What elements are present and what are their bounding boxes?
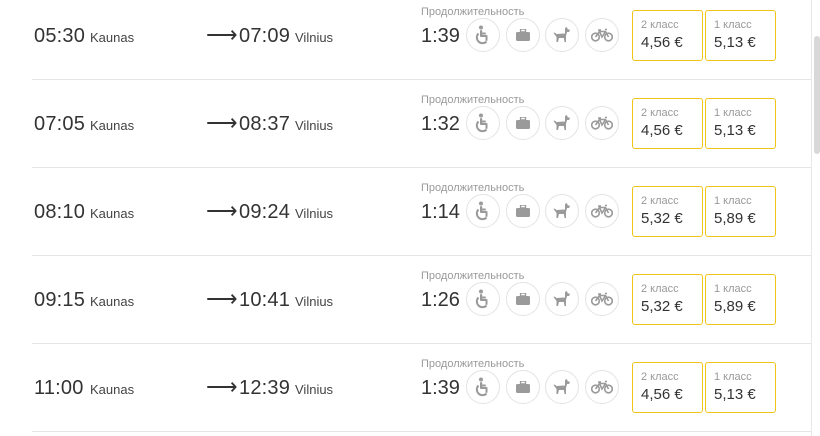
scrollbar-thumb[interactable] — [814, 36, 820, 154]
fare-class-label: 2 класс — [641, 19, 679, 31]
departure-city: Kaunas — [90, 30, 135, 45]
luggage-icon — [506, 370, 540, 404]
departure-city: Kaunas — [90, 206, 135, 221]
arrival-city: Vilnius — [295, 382, 334, 397]
arrival-time: 12:39 — [239, 377, 291, 399]
arrival-city: Vilnius — [295, 294, 334, 309]
fare-1st-class-button[interactable]: 1 класс 5,13 € — [705, 10, 776, 61]
departure-time: 08:10 — [34, 201, 86, 223]
fare-price: 4,56 € — [641, 34, 683, 51]
wheelchair-icon — [466, 18, 500, 52]
arrival-city: Vilnius — [295, 118, 334, 133]
arrival-time: 08:37 — [239, 113, 291, 135]
arrival-city: Vilnius — [295, 30, 334, 45]
fare-1st-class-button[interactable]: 1 класс 5,13 € — [705, 362, 776, 413]
duration-label: Продолжительность — [421, 358, 525, 370]
luggage-icon — [506, 282, 540, 316]
duration-value: 1:32 — [421, 113, 460, 135]
arrow-icon: ⟶ — [206, 22, 238, 47]
trip-list: 05:30 Kaunas ⟶ 07:09 Vilnius Продолжител… — [32, 0, 812, 432]
fare-class-label: 2 класс — [641, 195, 679, 207]
fare-2nd-class-button[interactable]: 2 класс 4,56 € — [632, 362, 703, 413]
pet-dog-icon — [545, 282, 579, 316]
arrow-icon: ⟶ — [206, 286, 238, 311]
departure-time: 11:00 — [34, 377, 84, 399]
fare-2nd-class-button[interactable]: 2 класс 4,56 € — [632, 98, 703, 149]
arrival-time: 07:09 — [239, 25, 291, 47]
luggage-icon — [506, 18, 540, 52]
fare-price: 5,13 € — [714, 122, 756, 139]
departure-city: Kaunas — [90, 294, 135, 309]
luggage-icon — [506, 194, 540, 228]
fare-price: 5,13 € — [714, 34, 756, 51]
trip-row: 08:10 Kaunas ⟶ 09:24 Vilnius Продолжител… — [32, 168, 812, 256]
arrow-icon: ⟶ — [206, 374, 238, 399]
luggage-icon — [506, 106, 540, 140]
duration-value: 1:39 — [421, 377, 460, 399]
arrival-time: 10:41 — [239, 289, 291, 311]
bicycle-icon — [585, 194, 619, 228]
trip-row: 07:05 Kaunas ⟶ 08:37 Vilnius Продолжител… — [32, 80, 812, 168]
pet-dog-icon — [545, 18, 579, 52]
wheelchair-icon — [466, 282, 500, 316]
pet-dog-icon — [545, 370, 579, 404]
fare-1st-class-button[interactable]: 1 класс 5,89 € — [705, 186, 776, 237]
arrival-time: 09:24 — [239, 201, 291, 223]
fare-class-label: 2 класс — [641, 283, 679, 295]
fare-price: 4,56 € — [641, 122, 683, 139]
fare-class-label: 1 класс — [714, 19, 752, 31]
fare-class-label: 1 класс — [714, 107, 752, 119]
fare-class-label: 1 класс — [714, 371, 752, 383]
duration-label: Продолжительность — [421, 182, 525, 194]
fare-1st-class-button[interactable]: 1 класс 5,13 € — [705, 98, 776, 149]
fare-2nd-class-button[interactable]: 2 класс 4,56 € — [632, 10, 703, 61]
wheelchair-icon — [466, 194, 500, 228]
duration-value: 1:39 — [421, 25, 460, 47]
departure-time: 05:30 — [34, 25, 86, 47]
fare-class-label: 2 класс — [641, 371, 679, 383]
fare-price: 5,13 € — [714, 386, 756, 403]
trip-row: 09:15 Kaunas ⟶ 10:41 Vilnius Продолжител… — [32, 256, 812, 344]
bicycle-icon — [585, 18, 619, 52]
fare-class-label: 1 класс — [714, 283, 752, 295]
fare-price: 4,56 € — [641, 386, 683, 403]
departure-city: Kaunas — [90, 382, 135, 397]
duration-value: 1:14 — [421, 201, 460, 223]
wheelchair-icon — [466, 106, 500, 140]
fare-2nd-class-button[interactable]: 2 класс 5,32 € — [632, 274, 703, 325]
bicycle-icon — [585, 370, 619, 404]
arrival-city: Vilnius — [295, 206, 334, 221]
scroll-track-divider — [811, 0, 812, 436]
departure-time: 07:05 — [34, 113, 86, 135]
departure-time: 09:15 — [34, 289, 86, 311]
duration-value: 1:26 — [421, 289, 460, 311]
fare-2nd-class-button[interactable]: 2 класс 5,32 € — [632, 186, 703, 237]
fare-class-label: 2 класс — [641, 107, 679, 119]
arrow-icon: ⟶ — [206, 198, 238, 223]
trip-row: 05:30 Kaunas ⟶ 07:09 Vilnius Продолжител… — [32, 0, 812, 80]
departure-city: Kaunas — [90, 118, 135, 133]
fare-price: 5,32 € — [641, 210, 683, 227]
fare-1st-class-button[interactable]: 1 класс 5,89 € — [705, 274, 776, 325]
pet-dog-icon — [545, 106, 579, 140]
fare-price: 5,89 € — [714, 210, 756, 227]
pet-dog-icon — [545, 194, 579, 228]
arrow-icon: ⟶ — [206, 110, 238, 135]
duration-label: Продолжительность — [421, 270, 525, 282]
fare-price: 5,89 € — [714, 298, 756, 315]
fare-price: 5,32 € — [641, 298, 683, 315]
trip-row: 11:00 Kaunas ⟶ 12:39 Vilnius Продолжител… — [32, 344, 812, 432]
bicycle-icon — [585, 106, 619, 140]
duration-label: Продолжительность — [421, 6, 525, 18]
bicycle-icon — [585, 282, 619, 316]
duration-label: Продолжительность — [421, 94, 525, 106]
wheelchair-icon — [466, 370, 500, 404]
fare-class-label: 1 класс — [714, 195, 752, 207]
